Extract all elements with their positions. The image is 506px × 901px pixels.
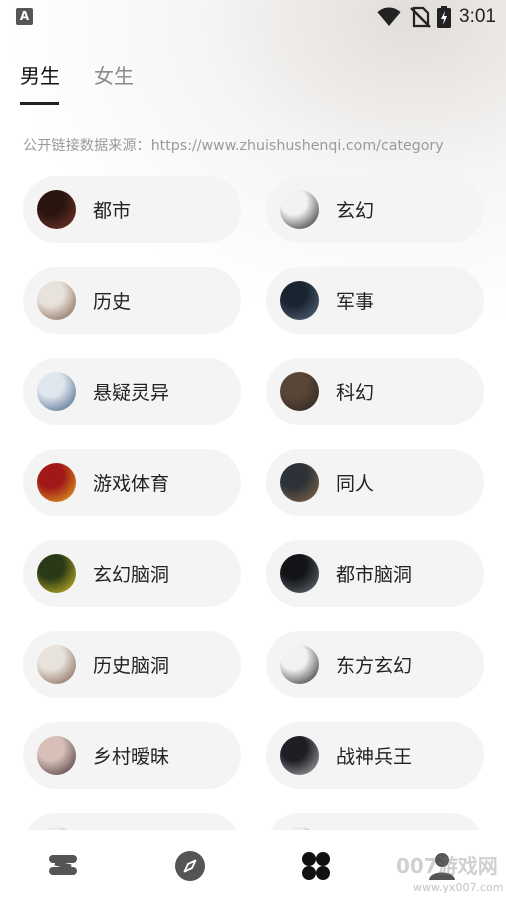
- category-cover-image: [37, 463, 76, 502]
- category-label: 悬疑灵异: [93, 382, 170, 404]
- category-label: 战神兵王: [336, 746, 413, 768]
- status-icons: 3:01: [377, 6, 496, 28]
- nav-discover[interactable]: [174, 850, 206, 882]
- category-card[interactable]: 战神兵王: [266, 722, 484, 789]
- category-list[interactable]: 都市 玄幻历史 军事悬疑灵异 科幻游戏体育 同人玄幻脑洞 都市脑洞历史脑洞 东方玄幻乡村暧昧…: [0, 168, 506, 830]
- category-label: 历史: [93, 291, 132, 313]
- battery-charging-icon: [437, 6, 452, 28]
- category-label: 同人: [336, 473, 375, 495]
- watermark-logo: 007游戏网: [396, 854, 498, 878]
- category-cover-image: [280, 645, 319, 684]
- category-card[interactable]: [23, 813, 241, 830]
- category-label: 历史脑洞: [93, 655, 170, 677]
- tab-male[interactable]: 男生: [20, 60, 60, 89]
- watermark-url: www.yx007.com: [413, 881, 504, 894]
- category-cover-image: [37, 372, 76, 411]
- category-card[interactable]: 历史: [23, 267, 241, 334]
- data-source-note: 公开链接数据来源：https://www.zhuishushenqi.com/c…: [23, 138, 444, 154]
- active-tab-indicator: [20, 102, 59, 105]
- app-notification-icon: A: [16, 8, 33, 25]
- category-label: 玄幻脑洞: [93, 564, 170, 586]
- nav-shelf[interactable]: [47, 850, 79, 882]
- category-cover-image: [37, 554, 76, 593]
- status-time: 3:01: [459, 6, 496, 27]
- category-card[interactable]: 军事: [266, 267, 484, 334]
- category-label: 东方玄幻: [336, 655, 413, 677]
- tab-female[interactable]: 女生: [94, 60, 134, 89]
- category-label: 都市脑洞: [336, 564, 413, 586]
- category-cover-image: [280, 554, 319, 593]
- compass-icon: [175, 851, 205, 881]
- category-card[interactable]: 悬疑灵异: [23, 358, 241, 425]
- category-card[interactable]: 玄幻: [266, 176, 484, 243]
- category-card[interactable]: 历史脑洞: [23, 631, 241, 698]
- category-cover-image: [280, 736, 319, 775]
- category-label: 军事: [336, 291, 375, 313]
- category-cover-image: [37, 281, 76, 320]
- category-card[interactable]: [266, 813, 484, 830]
- category-label: 都市: [93, 200, 132, 222]
- status-bar: A 3:01: [0, 0, 506, 34]
- category-card[interactable]: 同人: [266, 449, 484, 516]
- category-label: 科幻: [336, 382, 375, 404]
- category-cover-image: [280, 372, 319, 411]
- category-cover-image: [280, 281, 319, 320]
- category-cover-image: [280, 190, 319, 229]
- category-grid-icon: [302, 852, 330, 880]
- category-grid: 都市 玄幻历史 军事悬疑灵异 科幻游戏体育 同人玄幻脑洞 都市脑洞历史脑洞 东方玄幻乡村暧昧…: [23, 176, 485, 830]
- category-label: 乡村暧昧: [93, 746, 170, 768]
- bookshelf-icon: [49, 855, 77, 875]
- wifi-icon: [377, 7, 401, 27]
- no-sim-icon: [410, 6, 431, 28]
- category-card[interactable]: 都市: [23, 176, 241, 243]
- nav-category[interactable]: [300, 850, 332, 882]
- category-card[interactable]: 东方玄幻: [266, 631, 484, 698]
- category-label: 玄幻: [336, 200, 375, 222]
- category-cover-image: [37, 736, 76, 775]
- category-cover-image: [280, 463, 319, 502]
- category-card[interactable]: 游戏体育: [23, 449, 241, 516]
- category-card[interactable]: 乡村暧昧: [23, 722, 241, 789]
- category-card[interactable]: 科幻: [266, 358, 484, 425]
- category-cover-image: [37, 645, 76, 684]
- category-card[interactable]: 都市脑洞: [266, 540, 484, 607]
- category-label: 游戏体育: [93, 473, 170, 495]
- category-cover-image: [37, 190, 76, 229]
- category-card[interactable]: 玄幻脑洞: [23, 540, 241, 607]
